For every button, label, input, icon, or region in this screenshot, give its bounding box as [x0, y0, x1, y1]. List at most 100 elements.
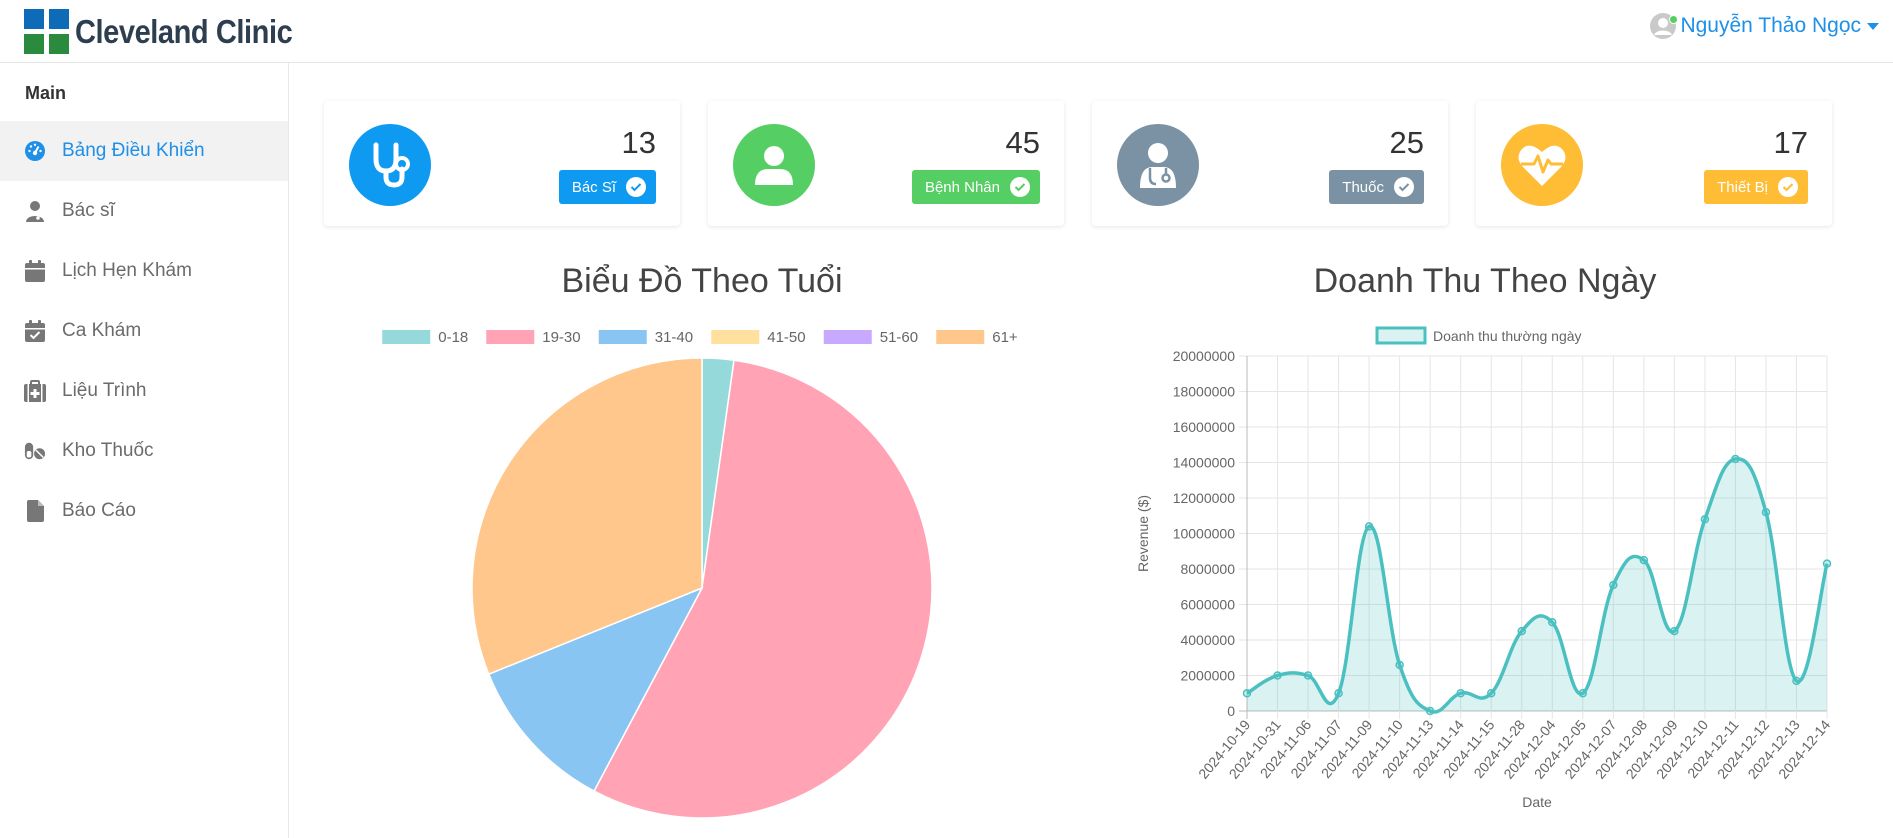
stat-card-medicines: 25 Thuốc — [1092, 101, 1448, 226]
data-point[interactable] — [1486, 689, 1496, 698]
data-point[interactable] — [1609, 580, 1618, 590]
data-point[interactable] — [1517, 626, 1526, 636]
stat-card-patients: 45 Bệnh Nhân — [708, 101, 1064, 226]
brand-logo[interactable]: Cleveland Clinic — [24, 9, 322, 54]
y-tick-label: 12000000 — [1173, 490, 1236, 506]
heartbeat-icon — [1501, 124, 1583, 206]
sidebar-item-dashboard[interactable]: Bảng Điều Khiển — [0, 121, 288, 181]
patients-badge-button[interactable]: Bệnh Nhân — [911, 170, 1040, 204]
data-point[interactable] — [1578, 689, 1588, 698]
badge-label: Bệnh Nhân — [924, 178, 1000, 196]
sidebar-heading: Main — [25, 83, 67, 103]
legend-label: 51-60 — [880, 329, 918, 346]
legend-item[interactable]: 41-50 — [711, 329, 806, 346]
y-tick-label: 18000000 — [1173, 384, 1236, 400]
data-point[interactable] — [1761, 507, 1771, 517]
sidebar-item-doctors[interactable]: Bác sĩ — [0, 181, 288, 241]
legend-swatch — [936, 330, 985, 344]
y-tick-label: 20000000 — [1173, 348, 1236, 364]
line-chart-title: Doanh Thu Theo Ngày — [1313, 262, 1657, 300]
data-point[interactable] — [1456, 689, 1465, 698]
legend-item[interactable]: Doanh thu thường ngày — [1375, 326, 1582, 345]
data-point[interactable] — [1670, 626, 1679, 636]
sidebar-item-treatments[interactable]: Liệu Trình — [0, 361, 288, 421]
data-point[interactable] — [1700, 515, 1710, 524]
sidebar-item-pharmacy[interactable]: Kho Thuốc — [0, 421, 288, 481]
sidebar-item-label: Ca Khám — [62, 320, 142, 341]
data-point[interactable] — [1548, 618, 1557, 627]
y-tick-label: 0 — [1227, 703, 1235, 719]
legend-label: 31-40 — [655, 329, 693, 346]
legend-swatch — [823, 330, 872, 344]
data-point[interactable] — [1273, 671, 1282, 680]
legend-item[interactable]: 0-18 — [382, 329, 468, 346]
badge-label: Thiết Bị — [1717, 178, 1768, 196]
sidebar-item-label: Báo Cáo — [62, 500, 136, 521]
stat-value: 45 — [1005, 125, 1040, 160]
pie-chart-title: Biểu Đồ Theo Tuổi — [561, 262, 843, 300]
data-point[interactable] — [1364, 522, 1374, 531]
y-tick-label: 2000000 — [1180, 668, 1235, 684]
legend-item[interactable]: 61+ — [936, 329, 1018, 346]
pills-icon — [24, 439, 46, 463]
data-point[interactable] — [1792, 676, 1801, 686]
stat-value: 17 — [1773, 125, 1808, 160]
data-point[interactable] — [1303, 671, 1313, 680]
calendar-check-icon — [24, 319, 46, 343]
calendar-icon — [24, 259, 46, 283]
medkit-icon — [24, 379, 46, 403]
revenue-line-chart: Doanh thu thường ngày 0 2000000 4000000 6000… — [1135, 326, 1833, 810]
user-icon — [733, 124, 815, 206]
legend-label: Doanh thu thường ngày — [1433, 328, 1582, 344]
sidebar-item-label: Lịch Hẹn Khám — [62, 260, 192, 281]
y-axis-title: Revenue ($) — [1135, 495, 1151, 572]
data-point[interactable] — [1822, 559, 1832, 568]
dashboard-icon — [24, 139, 46, 163]
data-point[interactable] — [1425, 706, 1435, 716]
sidebar-item-label: Bảng Điều Khiển — [62, 140, 205, 161]
data-point[interactable] — [1639, 555, 1649, 565]
legend-item[interactable]: 31-40 — [598, 329, 693, 346]
user-menu[interactable]: Nguyễn Thảo Ngọc — [1649, 12, 1879, 40]
sidebar-item-shifts[interactable]: Ca Khám — [0, 301, 288, 361]
badge-label: Bác Sĩ — [571, 178, 616, 196]
file-icon — [24, 499, 46, 523]
legend-label: 19-30 — [542, 329, 580, 346]
legend-swatch — [1375, 326, 1427, 345]
x-axis-title: Date — [1522, 794, 1552, 810]
legend-item[interactable]: 51-60 — [823, 329, 918, 346]
equipment-badge-button[interactable]: Thiết Bị — [1704, 170, 1808, 204]
legend-swatch — [382, 330, 431, 344]
stethoscope-icon — [349, 124, 431, 206]
check-circle-icon — [1010, 177, 1030, 197]
sidebar-item-reports[interactable]: Báo Cáo — [0, 481, 288, 541]
legend-item[interactable]: 19-30 — [486, 329, 581, 346]
data-point[interactable] — [1395, 660, 1404, 670]
y-tick-label: 6000000 — [1180, 597, 1235, 613]
y-tick-label: 8000000 — [1180, 561, 1235, 577]
revenue-area-fill — [1247, 458, 1827, 713]
doctors-badge-button[interactable]: Bác Sĩ — [558, 170, 656, 204]
legend-label: 0-18 — [438, 329, 468, 346]
chevron-down-icon — [1867, 22, 1879, 30]
medicines-badge-button[interactable]: Thuốc — [1329, 170, 1424, 204]
legend-swatch — [486, 330, 535, 344]
check-circle-icon — [626, 177, 646, 197]
legend-swatch — [711, 330, 760, 344]
y-tick-label: 14000000 — [1173, 455, 1236, 471]
legend-swatch — [598, 330, 647, 344]
cleveland-clinic-logo-icon — [24, 9, 69, 54]
check-circle-icon — [1394, 177, 1414, 197]
data-point[interactable] — [1731, 454, 1740, 464]
badge-label: Thuốc — [1342, 178, 1384, 196]
sidebar-item-label: Kho Thuốc — [62, 440, 154, 461]
data-point[interactable] — [1334, 689, 1343, 698]
stat-value: 13 — [621, 125, 656, 160]
data-point[interactable] — [1242, 689, 1252, 698]
sidebar-item-appointments[interactable]: Lịch Hẹn Khám — [0, 241, 288, 301]
y-tick-label: 10000000 — [1173, 526, 1236, 542]
legend-label: 61+ — [992, 329, 1018, 346]
sidebar-item-label: Bác sĩ — [62, 200, 115, 221]
y-tick-label: 4000000 — [1180, 632, 1235, 648]
check-circle-icon — [1778, 177, 1798, 197]
